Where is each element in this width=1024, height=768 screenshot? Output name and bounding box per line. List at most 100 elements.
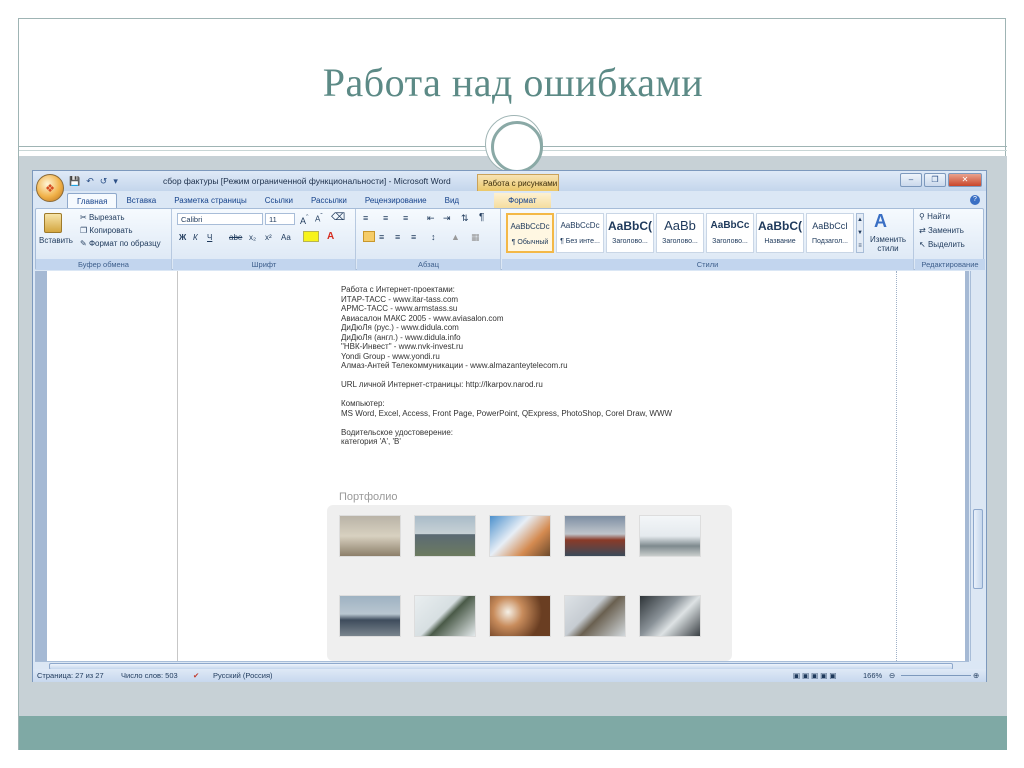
tab-page-layout[interactable]: Разметка страницы — [165, 193, 256, 209]
page-counter[interactable]: Страница: 27 из 27 — [37, 671, 104, 680]
photo-aircraft-landing[interactable] — [339, 515, 401, 557]
style-heading-3[interactable]: AaBbCc Заголово... — [706, 213, 754, 253]
italic-button[interactable]: К — [193, 233, 198, 242]
tab-review[interactable]: Рецензирование — [356, 193, 436, 209]
pilcrow-icon[interactable]: ¶ — [479, 212, 484, 223]
multilevel-list-icon[interactable]: ≡ — [403, 213, 408, 223]
bold-button[interactable]: Ж — [179, 233, 186, 242]
proofing-icon[interactable]: ✔ — [193, 671, 199, 680]
undo-icon[interactable]: ↶ — [86, 176, 94, 187]
font-name-combo[interactable]: Calibri — [177, 213, 263, 225]
highlight-icon[interactable] — [303, 231, 319, 242]
photo-fighter-jet[interactable] — [414, 595, 476, 637]
left-margin-line — [177, 271, 178, 661]
redo-icon[interactable]: ↺ — [100, 176, 108, 187]
style-subtitle[interactable]: AaBbCcI Подзагол... — [806, 213, 854, 253]
doc-line: "НВК-Инвест" - www.nvk-invest.ru — [341, 342, 464, 351]
style-heading-2[interactable]: AaBb Заголово... — [656, 213, 704, 253]
doc-line: ДиДюЛя (рус.) - www.didula.com — [341, 323, 459, 332]
vertical-scroll-thumb[interactable] — [973, 509, 983, 589]
superscript-button[interactable]: x² — [265, 233, 272, 242]
change-styles-icon[interactable]: A — [874, 211, 887, 232]
slide-title: Работа над ошибками — [322, 60, 704, 105]
zoom-level[interactable]: 166% — [863, 671, 882, 680]
change-styles-button[interactable]: Изменить стили — [868, 235, 908, 253]
group-clipboard: Вставить ✂ Вырезать ❐ Копировать ✎ Форма… — [36, 209, 172, 270]
align-left-icon[interactable] — [363, 231, 375, 242]
photo-military-aircraft[interactable] — [339, 595, 401, 637]
justify-icon[interactable]: ≡ — [411, 232, 416, 242]
shading-icon[interactable]: ▲ — [451, 232, 460, 242]
tab-view[interactable]: Вид — [436, 193, 468, 209]
subscript-button[interactable]: x₂ — [249, 233, 256, 242]
bullets-icon[interactable]: ≡ — [363, 213, 368, 223]
style-no-spacing[interactable]: AaBbCcDc ¶ Без инте... — [556, 213, 604, 253]
change-case-button[interactable]: Aa — [281, 233, 291, 242]
zoom-slider[interactable] — [901, 675, 971, 676]
doc-line: MS Word, Excel, Access, Front Page, Powe… — [341, 408, 673, 418]
styles-scroll-arrows[interactable]: ▲ ▼ ≡ — [856, 213, 864, 253]
tab-home[interactable]: Главная — [67, 193, 118, 209]
save-icon[interactable]: 💾 — [69, 176, 80, 187]
minimize-icon[interactable]: – — [900, 173, 922, 187]
tab-references[interactable]: Ссылки — [256, 193, 302, 209]
borders-icon[interactable]: ▦ — [471, 232, 480, 243]
tab-format[interactable]: Формат — [494, 193, 551, 209]
word-window: 💾 ↶ ↺ ▾ сбор фактуры [Режим ограниченной… — [32, 170, 987, 682]
increase-indent-icon[interactable]: ⇥ — [443, 213, 451, 224]
align-center-icon[interactable]: ≡ — [379, 232, 384, 242]
doc-line: АРМС-ТАСС - www.armstass.su — [341, 304, 458, 313]
numbering-icon[interactable]: ≡ — [383, 213, 388, 223]
photo-drums[interactable] — [489, 595, 551, 637]
replace-button[interactable]: ⇄ Заменить — [919, 226, 964, 235]
strikethrough-button[interactable]: abe — [229, 233, 242, 242]
shrink-font-icon[interactable]: Aˇ — [315, 213, 323, 224]
font-color-icon[interactable]: A — [327, 231, 334, 242]
style-normal[interactable]: AaBbCcDc ¶ Обычный — [506, 213, 554, 253]
photo-aircraft-sky[interactable] — [639, 515, 701, 557]
cut-button[interactable]: ✂ Вырезать — [80, 213, 125, 222]
document-text[interactable]: Работа с Интернет-проектами: ИТАР-ТАСС -… — [341, 285, 861, 447]
style-sample: AaBbCcI — [812, 221, 848, 231]
find-button[interactable]: ⚲ Найти — [919, 212, 950, 221]
sort-icon[interactable]: ⇅ — [461, 213, 469, 224]
view-buttons-icon[interactable]: ▣▣▣▣▣ — [793, 671, 838, 680]
photo-jet-engine[interactable] — [639, 595, 701, 637]
photo-people-crowd[interactable] — [489, 515, 551, 557]
title-bar: 💾 ↶ ↺ ▾ сбор фактуры [Режим ограниченной… — [33, 171, 986, 191]
select-button[interactable]: ↖ Выделить — [919, 240, 965, 249]
restore-icon[interactable]: ❐ — [924, 173, 946, 187]
photo-jet-flying[interactable] — [564, 595, 626, 637]
close-icon[interactable]: ✕ — [948, 173, 982, 187]
zoom-in-icon[interactable]: ⊕ — [973, 671, 979, 680]
decrease-indent-icon[interactable]: ⇤ — [427, 213, 435, 224]
help-icon[interactable]: ? — [970, 195, 980, 205]
paste-icon[interactable] — [44, 213, 62, 233]
photo-ship[interactable] — [564, 515, 626, 557]
font-size-combo[interactable]: 11 — [265, 213, 295, 225]
window-controls: – ❐ ✕ — [900, 173, 982, 187]
paste-button[interactable]: Вставить — [39, 236, 73, 245]
vertical-scrollbar[interactable] — [970, 271, 984, 661]
group-paragraph: ≡ ≡ ≡ ⇤ ⇥ ⇅ ¶ ≡ ≡ ≡ ↕ ▲ ▦ Абзац — [357, 209, 501, 270]
underline-button[interactable]: Ч — [207, 233, 212, 242]
language-indicator[interactable]: Русский (Россия) — [213, 671, 273, 680]
align-right-icon[interactable]: ≡ — [395, 232, 400, 242]
photo-portable-toilets[interactable] — [414, 515, 476, 557]
word-count[interactable]: Число слов: 503 — [121, 671, 178, 680]
tab-mailings[interactable]: Рассылки — [302, 193, 356, 209]
style-heading-1[interactable]: AaBbC( Заголово... — [606, 213, 654, 253]
line-spacing-icon[interactable]: ↕ — [431, 232, 436, 242]
clear-format-icon[interactable]: ⌫ — [331, 212, 345, 223]
copy-button[interactable]: ❐ Копировать — [80, 226, 132, 235]
grow-font-icon[interactable]: Aˆ — [300, 213, 309, 226]
customize-toolbar-icon[interactable]: ▾ — [113, 176, 118, 187]
style-title[interactable]: AaBbC( Название — [756, 213, 804, 253]
tab-insert[interactable]: Вставка — [117, 193, 165, 209]
office-button[interactable]: ❖ — [36, 174, 64, 202]
doc-line: Алмаз-Антей Телекоммуникации - www.almaz… — [341, 361, 568, 370]
style-name: Название — [764, 238, 796, 245]
zoom-out-icon[interactable]: ⊖ — [889, 671, 895, 680]
document-page[interactable]: Работа с Интернет-проектами: ИТАР-ТАСС -… — [47, 271, 965, 661]
format-painter-button[interactable]: ✎ Формат по образцу — [80, 239, 161, 248]
